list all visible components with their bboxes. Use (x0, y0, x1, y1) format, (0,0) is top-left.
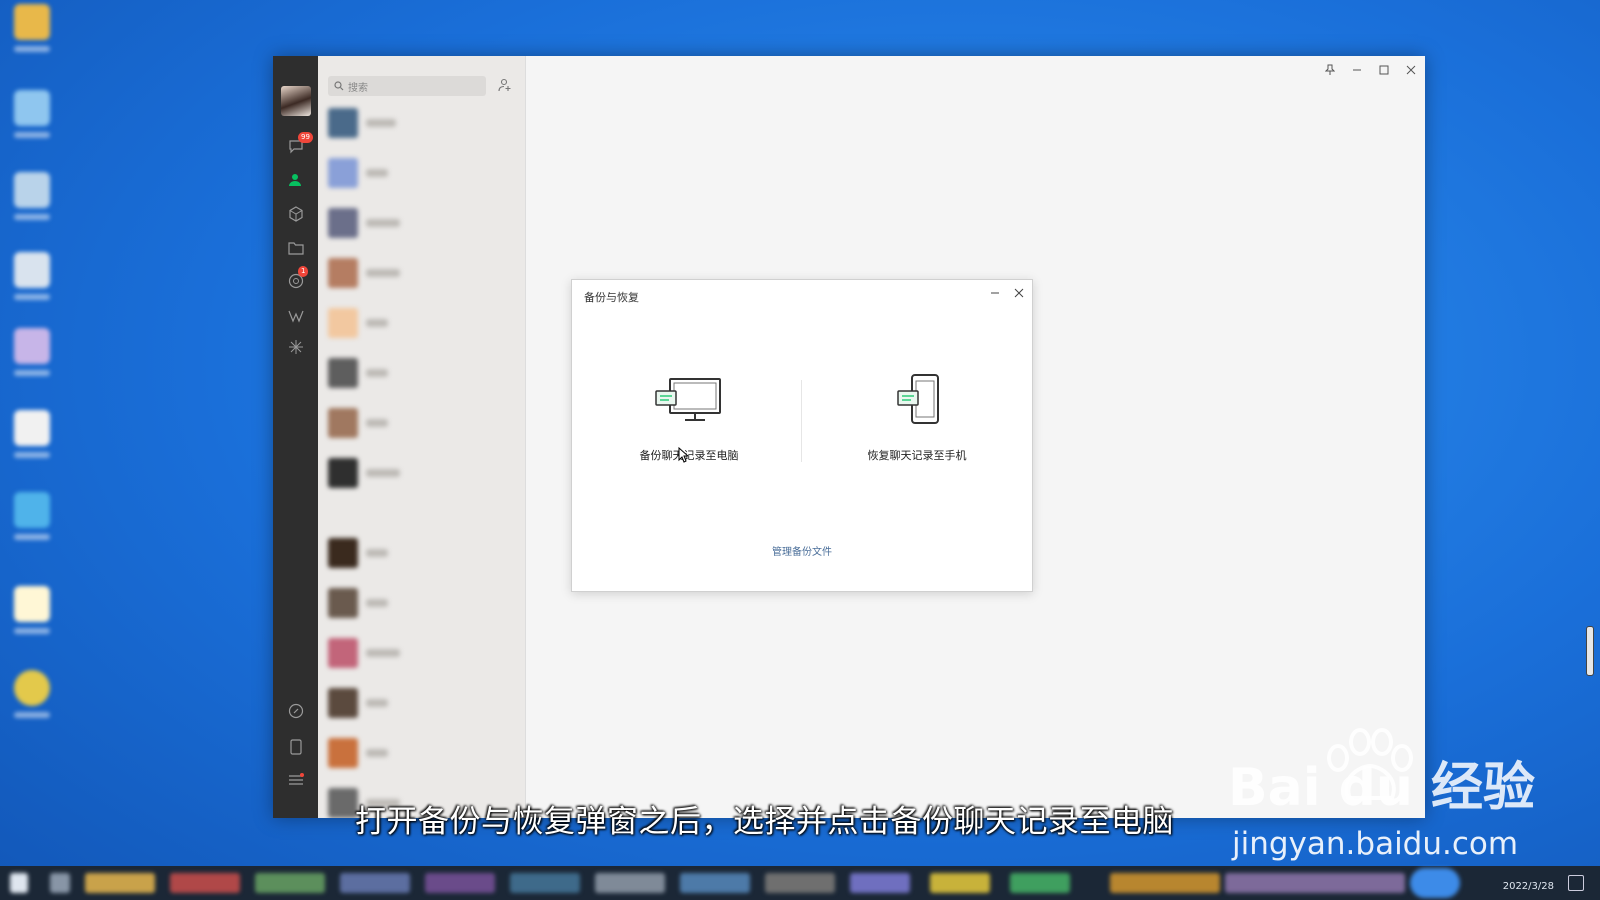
watermark-url: jingyan.baidu.com (1232, 826, 1519, 862)
taskbar-tray[interactable] (1410, 868, 1460, 898)
phone-icon[interactable] (285, 736, 307, 758)
taskbar-tray[interactable] (1225, 873, 1405, 893)
taskbar-item[interactable] (850, 873, 910, 893)
desktop-icon[interactable] (10, 328, 54, 390)
add-contact-button[interactable] (492, 76, 514, 96)
taskbar-item[interactable] (510, 873, 580, 893)
backup-to-pc-label: 备份聊天记录至电脑 (639, 449, 739, 462)
backup-restore-dialog: 备份与恢复 备份聊天记录至电脑 恢复聊天记录至手机 管理备份文件 (571, 279, 1033, 592)
desktop-icon[interactable] (10, 410, 54, 472)
close-icon (1406, 65, 1416, 75)
minimize-icon (991, 292, 999, 294)
avatar[interactable] (281, 86, 311, 116)
taskbar-item[interactable] (930, 873, 990, 893)
divider (801, 380, 802, 462)
chat-badge: 99 (298, 132, 313, 143)
moments-icon[interactable]: 1 (285, 266, 309, 292)
mini-programs-icon[interactable] (285, 336, 307, 358)
list-item[interactable] (318, 679, 525, 729)
close-icon (1014, 288, 1024, 298)
backup-to-pc-option[interactable]: 备份聊天记录至电脑 (594, 375, 784, 470)
start-button[interactable] (10, 873, 28, 893)
taskbar-tray[interactable] (1110, 873, 1220, 893)
desktop-icon[interactable] (10, 172, 54, 234)
notification-icon[interactable] (1568, 875, 1584, 891)
taskbar-item[interactable] (85, 873, 155, 893)
baidu-paw-icon (1327, 728, 1413, 800)
list-item[interactable] (318, 629, 525, 679)
list-item[interactable] (318, 579, 525, 629)
search-icon[interactable] (50, 873, 70, 893)
menu-icon[interactable] (285, 769, 307, 791)
minimize-icon (1353, 69, 1361, 71)
video-subtitle: 打开备份与恢复弹窗之后，选择并点击备份聊天记录至电脑 (355, 804, 1174, 840)
folder-icon[interactable] (285, 237, 307, 259)
list-item[interactable] (318, 349, 525, 399)
desktop-icon[interactable] (10, 670, 54, 732)
chat-list-panel: 搜索 (318, 56, 526, 818)
list-item[interactable] (318, 449, 525, 499)
desktop-icon[interactable] (10, 492, 54, 554)
minimize-button[interactable] (1346, 62, 1368, 80)
search-input[interactable]: 搜索 (328, 76, 486, 96)
add-contact-icon (498, 78, 511, 91)
favorites-icon[interactable] (285, 203, 307, 225)
search-icon (334, 81, 344, 91)
restore-to-phone-label: 恢复聊天记录至手机 (867, 449, 967, 462)
taskbar-item[interactable] (680, 873, 750, 893)
scrollbar[interactable] (1586, 626, 1594, 676)
restore-to-phone-option[interactable]: 恢复聊天记录至手机 (822, 374, 1012, 470)
dialog-close-button[interactable] (1008, 285, 1028, 303)
list-item[interactable] (318, 399, 525, 449)
dialog-title: 备份与恢复 (584, 291, 639, 304)
search-placeholder: 搜索 (348, 82, 368, 94)
chat-icon[interactable]: 99 (285, 132, 313, 157)
maximize-button[interactable] (1373, 62, 1395, 80)
taskbar-date[interactable]: 2022/3/28 (1503, 881, 1554, 892)
channels-icon[interactable] (285, 305, 307, 327)
taskbar-item[interactable] (765, 873, 835, 893)
contacts-icon[interactable] (285, 169, 307, 191)
desktop-icon[interactable] (10, 586, 54, 648)
taskbar-item[interactable] (170, 873, 240, 893)
taskbar-item[interactable] (425, 873, 495, 893)
taskbar-item[interactable] (1010, 873, 1070, 893)
list-item[interactable] (318, 529, 525, 579)
mini-program-panel-icon[interactable] (285, 700, 307, 722)
pin-button[interactable] (1319, 62, 1341, 80)
dialog-minimize-button[interactable] (984, 285, 1004, 303)
list-item[interactable] (318, 99, 525, 149)
maximize-icon (1379, 65, 1389, 75)
mouse-cursor-icon (678, 447, 688, 463)
taskbar-item[interactable] (340, 873, 410, 893)
pin-icon (1324, 64, 1336, 75)
computer-chat-icon (655, 378, 721, 421)
desktop-icon[interactable] (10, 252, 54, 314)
phone-chat-icon (897, 374, 939, 424)
desktop-icon[interactable] (10, 90, 54, 152)
list-item[interactable] (318, 149, 525, 199)
list-item[interactable] (318, 299, 525, 349)
close-button[interactable] (1400, 62, 1422, 80)
moments-badge: 1 (298, 266, 309, 277)
list-item[interactable] (318, 199, 525, 249)
sidebar: 99 1 (273, 56, 318, 818)
taskbar-item[interactable] (595, 873, 665, 893)
taskbar-item[interactable] (255, 873, 325, 893)
list-item[interactable] (318, 249, 525, 299)
list-item[interactable] (318, 729, 525, 779)
manage-backup-files-link[interactable]: 管理备份文件 (572, 543, 1032, 558)
desktop-icon[interactable] (10, 4, 54, 66)
taskbar: 2022/3/28 (0, 866, 1600, 900)
